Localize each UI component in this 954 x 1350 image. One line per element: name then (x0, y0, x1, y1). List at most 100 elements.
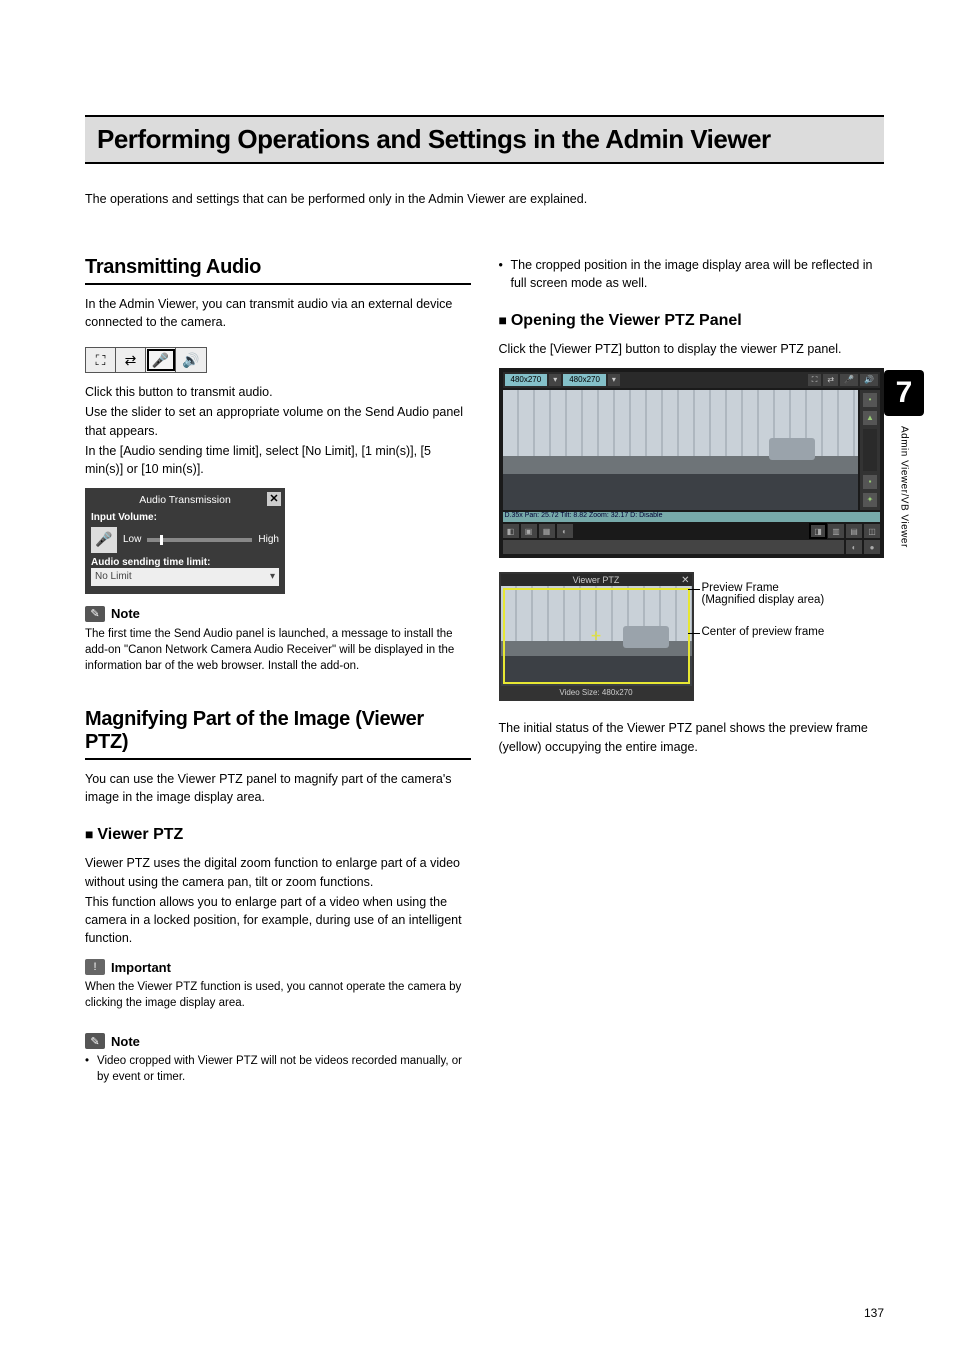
right-bullet-1: The cropped position in the image displa… (499, 256, 885, 292)
sidebar-btn: ▲ (863, 411, 877, 425)
preview-frame-label-1: Preview Frame (702, 582, 779, 594)
volume-slider[interactable] (147, 538, 252, 542)
note-icon: ✎ (85, 1033, 105, 1049)
ptz-panel-title-text: Viewer PTZ (573, 575, 620, 585)
sidebar-btn: ▪ (863, 475, 877, 489)
chapter-side-label: Admin Viewer/VB Viewer (899, 426, 910, 548)
ctrl-btn: ◐ (846, 540, 862, 554)
viewer-status-bar: D.35x Pan: 25.72 Tilt: 8.82 Zoom: 32.17 … (503, 512, 881, 522)
note-heading-2: ✎ Note (85, 1033, 471, 1049)
left-column: Transmitting Audio In the Admin Viewer, … (85, 256, 471, 1088)
preview-center-label: Center of preview frame (702, 626, 825, 638)
fullscreen-icon: ⛶ (808, 374, 822, 386)
magnify-intro: You can use the Viewer PTZ panel to magn… (85, 770, 471, 806)
ctrl-btn: ▣ (521, 524, 537, 538)
ptz-panel-title: Viewer PTZ ✕ (501, 574, 692, 586)
volume-high-label: High (258, 534, 279, 545)
close-icon[interactable]: ✕ (267, 492, 281, 506)
viewer-main-row: • ▲ ▪ ✦ (503, 390, 881, 510)
viewer-ptz-panel: Viewer PTZ ✕ ✛ Video Size: 480x270 (499, 572, 694, 701)
important-heading: ! Important (85, 959, 471, 975)
mic-button[interactable]: 🎤 (91, 527, 117, 553)
ctrl-btn: ▤ (846, 524, 862, 538)
ctrl-btn: ● (864, 540, 880, 554)
input-volume-label: Input Volume: (91, 512, 279, 523)
subsection-viewer-ptz-text: Viewer PTZ (97, 826, 183, 843)
ctrl-btn: ◫ (864, 524, 880, 538)
section-transmitting-audio: Transmitting Audio (85, 256, 471, 285)
sidebar-btn: • (863, 393, 877, 407)
main-heading: Performing Operations and Settings in th… (85, 115, 884, 164)
note-heading: ✎ Note (85, 606, 471, 622)
note-icon: ✎ (85, 606, 105, 622)
resolution-chip-1: 480x270 (505, 374, 548, 386)
ctrl-btn: ◐ (557, 524, 573, 538)
preview-block: Viewer PTZ ✕ ✛ Video Size: 480x270 Previ… (499, 572, 885, 701)
volume-low-label: Low (123, 534, 141, 545)
mic-icon: 🎤 (840, 374, 858, 386)
viewer-ptz-button[interactable]: ◨ (810, 524, 826, 538)
sidebar-btn: ✦ (863, 493, 877, 507)
note-text-audio: The first time the Send Audio panel is l… (85, 626, 471, 674)
chapter-side-tab: 7 Admin Viewer/VB Viewer (882, 370, 926, 548)
preset-select (503, 540, 845, 554)
volume-slider-thumb[interactable] (160, 535, 163, 545)
resolution-chip-2: 480x270 (563, 374, 606, 386)
important-label: Important (111, 960, 171, 975)
ptz-preview-image: ✛ (501, 586, 692, 686)
audio-toolbar: ⛶ ⇄ 🎤 🔊 (85, 347, 207, 373)
preview-frame-label-1b: (Magnified display area) (702, 594, 825, 606)
fullscreen-icon[interactable]: ⛶ (86, 348, 116, 372)
preview-frame-label: Preview Frame (Magnified display area) (702, 582, 825, 606)
important-icon: ! (85, 959, 105, 975)
mic-icon[interactable]: 🎤 (146, 348, 176, 372)
swap-icon[interactable]: ⇄ (116, 348, 146, 372)
viewer-ptz-p2: This function allows you to enlarge part… (85, 893, 471, 947)
note-list-item: Video cropped with Viewer PTZ will not b… (85, 1053, 471, 1085)
right-bullet-list: The cropped position in the image displa… (499, 256, 885, 292)
note-label-2: Note (111, 1034, 140, 1049)
opening-ptz-p2: The initial status of the Viewer PTZ pan… (499, 719, 885, 755)
dropdown-icon: ▾ (549, 374, 561, 386)
dropdown-icon: ▾ (608, 374, 620, 386)
intro-text: The operations and settings that can be … (85, 192, 884, 206)
transmit-click-text: Click this button to transmit audio. (85, 383, 471, 401)
viewer-control-bar: ◧ ▣ ▦ ◐ ◨ ▥ ▤ ◫ (503, 524, 881, 538)
speaker-icon: 🔊 (860, 374, 878, 386)
preview-labels: Preview Frame (Magnified display area) C… (702, 572, 825, 638)
transmit-slider-text: Use the slider to set an appropriate vol… (85, 403, 471, 439)
time-limit-value: No Limit (95, 571, 132, 582)
ptz-panel-footer: Video Size: 480x270 (501, 686, 692, 699)
viewer-sidebar: • ▲ ▪ ✦ (860, 390, 880, 510)
section-magnify-ptz: Magnifying Part of the Image (Viewer PTZ… (85, 708, 471, 760)
viewer-screenshot: 480x270 ▾ 480x270 ▾ ⛶ ⇄ 🎤 🔊 (499, 368, 885, 558)
time-limit-select[interactable]: No Limit ▾ (91, 568, 279, 586)
viewer-ptz-p1: Viewer PTZ uses the digital zoom functio… (85, 854, 471, 890)
note-list-ptz: Video cropped with Viewer PTZ will not b… (85, 1053, 471, 1085)
close-icon[interactable]: ✕ (681, 575, 689, 586)
time-limit-label: Audio sending time limit: (91, 557, 279, 568)
ctrl-btn: ◧ (503, 524, 519, 538)
audio-panel-title: Audio Transmission ✕ (91, 494, 279, 510)
speaker-icon[interactable]: 🔊 (176, 348, 206, 372)
right-column: The cropped position in the image displa… (499, 256, 885, 1088)
audio-transmission-panel: Audio Transmission ✕ Input Volume: 🎤 Low… (85, 488, 285, 594)
viewer-preset-bar: ◐ ● (503, 540, 881, 554)
transmitting-audio-intro: In the Admin Viewer, you can transmit au… (85, 295, 471, 331)
viewer-video-area (503, 390, 859, 510)
subsection-opening-ptz-panel-text: Opening the Viewer PTZ Panel (511, 312, 742, 329)
chapter-number: 7 (884, 370, 924, 416)
preview-center-icon: ✛ (591, 631, 601, 641)
viewer-topbar: 480x270 ▾ 480x270 ▾ ⛶ ⇄ 🎤 🔊 (503, 372, 881, 388)
swap-icon: ⇄ (823, 374, 838, 386)
subsection-viewer-ptz: Viewer PTZ (85, 826, 471, 844)
audio-panel-title-text: Audio Transmission (139, 494, 231, 506)
note-label: Note (111, 606, 140, 621)
important-text: When the Viewer PTZ function is used, yo… (85, 979, 471, 1011)
ctrl-btn: ▦ (539, 524, 555, 538)
ctrl-btn: ▥ (828, 524, 844, 538)
scene-car (769, 438, 815, 460)
subsection-opening-ptz-panel: Opening the Viewer PTZ Panel (499, 312, 885, 330)
opening-ptz-p1: Click the [Viewer PTZ] button to display… (499, 340, 885, 358)
transmit-timelimit-text: In the [Audio sending time limit], selec… (85, 442, 471, 478)
